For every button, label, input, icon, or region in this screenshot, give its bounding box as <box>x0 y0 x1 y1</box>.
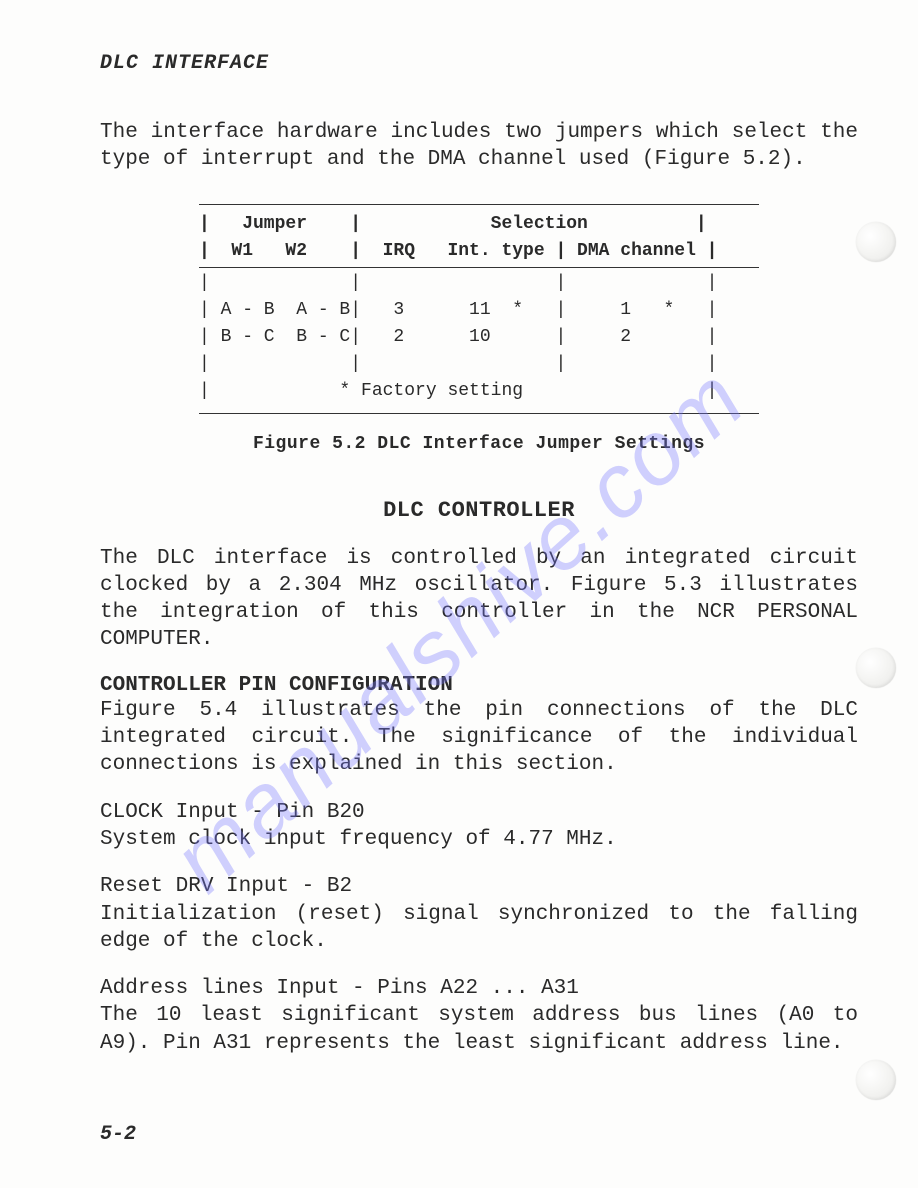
figure-caption: Figure 5.2 DLC Interface Jumper Settings <box>100 434 858 454</box>
clock-input-heading: CLOCK Input - Pin B20 <box>100 799 858 826</box>
address-lines-body: The 10 least significant system address … <box>100 1002 858 1057</box>
pinconfig-paragraph: Figure 5.4 illustrates the pin connectio… <box>100 697 858 779</box>
document-page: DLC INTERFACE The interface hardware inc… <box>0 0 918 1188</box>
intro-paragraph: The interface hardware includes two jump… <box>100 119 858 174</box>
address-lines-heading: Address lines Input - Pins A22 ... A31 <box>100 975 858 1002</box>
table-row: | A - B A - B| 3 11 * | 1 * | <box>199 297 759 324</box>
table-divider <box>199 267 759 268</box>
table-header-row-2: | W1 W2 | IRQ Int. type | DMA channel | <box>199 238 759 265</box>
table-blank-row: | | | | <box>199 351 759 378</box>
reset-input-block: Reset DRV Input - B2 Initialization (res… <box>100 873 858 955</box>
punch-hole <box>856 648 896 688</box>
clock-input-body: System clock input frequency of 4.77 MHz… <box>100 826 858 853</box>
table-row: | B - C B - C| 2 10 | 2 | <box>199 324 759 351</box>
reset-input-body: Initialization (reset) signal synchroniz… <box>100 901 858 956</box>
table-footnote: | * Factory setting | <box>199 378 759 405</box>
page-header: DLC INTERFACE <box>100 52 858 75</box>
punch-hole <box>856 222 896 262</box>
jumper-settings-table: | Jumper | Selection | | W1 W2 | IRQ Int… <box>199 204 759 414</box>
table-blank-row: | | | | <box>199 270 759 297</box>
controller-paragraph: The DLC interface is controlled by an in… <box>100 545 858 654</box>
punch-hole <box>856 1060 896 1100</box>
subsection-title: CONTROLLER PIN CONFIGURATION <box>100 674 858 697</box>
section-title: DLC CONTROLLER <box>100 498 858 523</box>
table-header-row-1: | Jumper | Selection | <box>199 211 759 238</box>
page-number: 5-2 <box>100 1123 136 1146</box>
reset-input-heading: Reset DRV Input - B2 <box>100 873 858 900</box>
clock-input-block: CLOCK Input - Pin B20 System clock input… <box>100 799 858 854</box>
address-lines-block: Address lines Input - Pins A22 ... A31 T… <box>100 975 858 1057</box>
